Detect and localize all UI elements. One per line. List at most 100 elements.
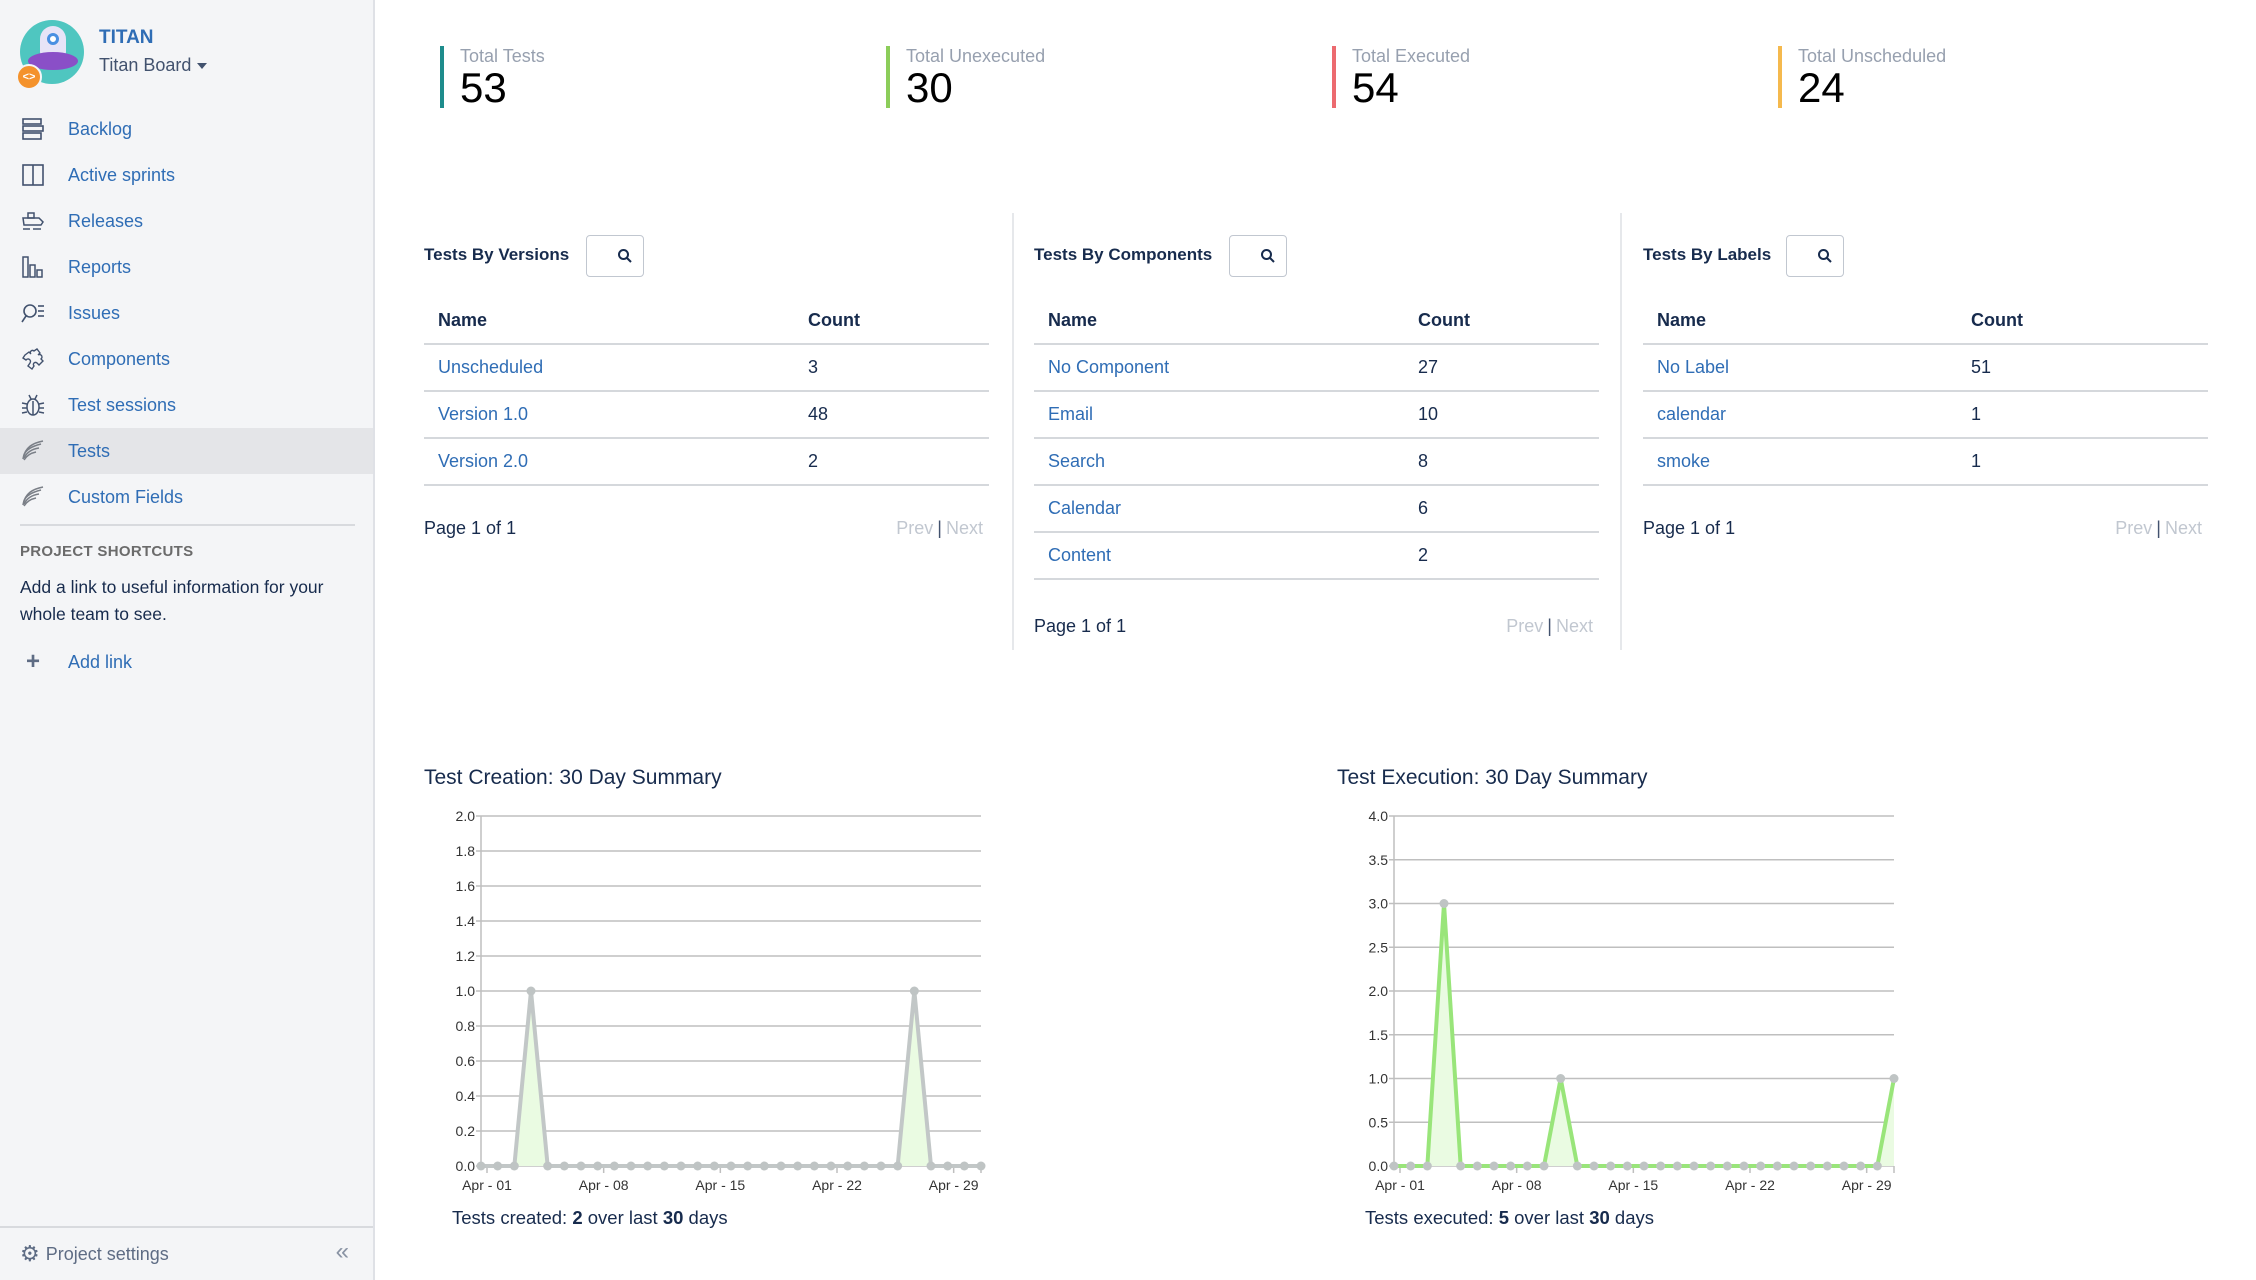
sidebar-item-test-sessions[interactable]: Test sessions: [0, 382, 373, 428]
data-point[interactable]: [693, 1161, 703, 1171]
row-count-cell: 3: [794, 344, 989, 392]
data-point[interactable]: [559, 1161, 569, 1171]
data-point[interactable]: [1522, 1161, 1532, 1171]
row-name-link[interactable]: Unscheduled: [438, 357, 543, 377]
sidebar-item-tests[interactable]: Tests: [0, 428, 373, 474]
prev-page-button[interactable]: Prev: [1506, 616, 1543, 636]
data-point[interactable]: [1572, 1161, 1582, 1171]
table-row: calendar 1: [1643, 391, 2208, 439]
data-point[interactable]: [1489, 1161, 1499, 1171]
sidebar-item-components[interactable]: Components: [0, 336, 373, 382]
data-point[interactable]: [726, 1161, 736, 1171]
data-point[interactable]: [1422, 1161, 1432, 1171]
data-point[interactable]: [1439, 899, 1449, 908]
data-point[interactable]: [809, 1161, 819, 1171]
data-point[interactable]: [609, 1161, 619, 1171]
data-point[interactable]: [1606, 1161, 1616, 1171]
row-name-link[interactable]: Version 2.0: [438, 451, 528, 471]
data-point[interactable]: [476, 1161, 486, 1171]
data-point[interactable]: [1506, 1161, 1516, 1171]
row-name-link[interactable]: calendar: [1657, 404, 1726, 424]
data-point[interactable]: [1872, 1161, 1882, 1171]
data-point[interactable]: [1822, 1161, 1832, 1171]
data-point[interactable]: [1889, 1074, 1899, 1083]
row-name-link[interactable]: Calendar: [1048, 498, 1121, 518]
row-name-link[interactable]: Content: [1048, 545, 1111, 565]
data-point[interactable]: [543, 1161, 553, 1171]
project-settings-link[interactable]: ⚙ Project settings: [20, 1241, 169, 1267]
data-point[interactable]: [593, 1161, 603, 1171]
data-point[interactable]: [793, 1161, 803, 1171]
data-point[interactable]: [976, 1161, 986, 1171]
board-selector[interactable]: Titan Board: [99, 55, 208, 76]
data-point[interactable]: [893, 1161, 903, 1171]
data-point[interactable]: [926, 1161, 936, 1171]
data-point[interactable]: [709, 1161, 719, 1171]
row-name-link[interactable]: Version 1.0: [438, 404, 528, 424]
data-point[interactable]: [1789, 1161, 1799, 1171]
data-point[interactable]: [943, 1161, 953, 1171]
data-point[interactable]: [1856, 1161, 1866, 1171]
data-point[interactable]: [826, 1161, 836, 1171]
data-point[interactable]: [1756, 1161, 1766, 1171]
sidebar-item-active-sprints[interactable]: Active sprints: [0, 152, 373, 198]
row-name-link[interactable]: No Label: [1657, 357, 1729, 377]
data-point[interactable]: [509, 1161, 519, 1171]
data-point[interactable]: [676, 1161, 686, 1171]
sidebar-item-custom-fields[interactable]: Custom Fields: [0, 474, 373, 520]
data-point[interactable]: [1472, 1161, 1482, 1171]
table-row: Calendar 6: [1034, 485, 1599, 533]
prev-page-button[interactable]: Prev: [896, 518, 933, 538]
data-point[interactable]: [1672, 1161, 1682, 1171]
data-point[interactable]: [1589, 1161, 1599, 1171]
data-point[interactable]: [1706, 1161, 1716, 1171]
data-point[interactable]: [576, 1161, 586, 1171]
next-page-button[interactable]: Next: [946, 518, 983, 538]
row-name-link[interactable]: Email: [1048, 404, 1093, 424]
data-point[interactable]: [1556, 1074, 1566, 1083]
data-point[interactable]: [1739, 1161, 1749, 1171]
data-point[interactable]: [1389, 1161, 1399, 1171]
project-name[interactable]: TITAN: [99, 27, 154, 49]
data-point[interactable]: [1622, 1161, 1632, 1171]
row-name-link[interactable]: smoke: [1657, 451, 1710, 471]
data-point[interactable]: [493, 1161, 503, 1171]
data-point[interactable]: [1456, 1161, 1466, 1171]
sidebar-item-releases[interactable]: Releases: [0, 198, 373, 244]
data-point[interactable]: [1839, 1161, 1849, 1171]
collapse-sidebar-button[interactable]: «: [336, 1238, 349, 1266]
data-point[interactable]: [626, 1161, 636, 1171]
data-point[interactable]: [1539, 1161, 1549, 1171]
data-point[interactable]: [1656, 1161, 1666, 1171]
sidebar-item-reports[interactable]: Reports: [0, 244, 373, 290]
sidebar-item-label: Custom Fields: [68, 486, 184, 507]
data-point[interactable]: [1406, 1161, 1416, 1171]
next-page-button[interactable]: Next: [2165, 518, 2202, 538]
add-link-button[interactable]: + Add link: [20, 648, 132, 676]
sidebar-item-issues[interactable]: Issues: [0, 290, 373, 336]
search-button[interactable]: [1229, 235, 1287, 277]
search-button[interactable]: [586, 235, 644, 277]
data-point[interactable]: [909, 986, 919, 996]
data-point[interactable]: [526, 986, 536, 996]
data-point[interactable]: [759, 1161, 769, 1171]
search-button[interactable]: [1786, 235, 1844, 277]
next-page-button[interactable]: Next: [1556, 616, 1593, 636]
row-name-link[interactable]: Search: [1048, 451, 1105, 471]
prev-page-button[interactable]: Prev: [2115, 518, 2152, 538]
data-point[interactable]: [843, 1161, 853, 1171]
data-point[interactable]: [1772, 1161, 1782, 1171]
data-point[interactable]: [1639, 1161, 1649, 1171]
data-point[interactable]: [659, 1161, 669, 1171]
data-point[interactable]: [876, 1161, 886, 1171]
sidebar-item-backlog[interactable]: Backlog: [0, 106, 373, 152]
row-name-link[interactable]: No Component: [1048, 357, 1169, 377]
data-point[interactable]: [859, 1161, 869, 1171]
data-point[interactable]: [1722, 1161, 1732, 1171]
data-point[interactable]: [743, 1161, 753, 1171]
data-point[interactable]: [1806, 1161, 1816, 1171]
data-point[interactable]: [776, 1161, 786, 1171]
data-point[interactable]: [1689, 1161, 1699, 1171]
data-point[interactable]: [959, 1161, 969, 1171]
data-point[interactable]: [643, 1161, 653, 1171]
